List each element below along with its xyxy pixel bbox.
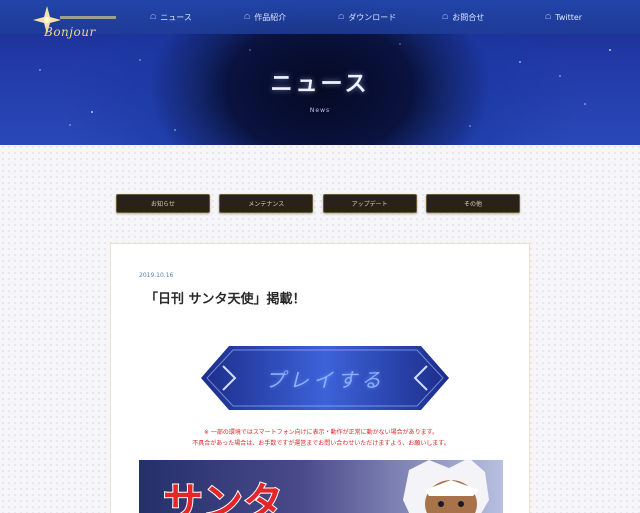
site-logo[interactable]: Bonjour: [30, 3, 120, 43]
filter-notice-button[interactable]: お知らせ: [116, 194, 210, 213]
home-icon: ☖: [338, 13, 345, 21]
article-notice: ※ 一部の環境ではスマートフォン向けに表示・動作が正常に動かない場合があります。…: [131, 427, 511, 449]
news-article: 2019.10.16 「日刊 サンタ天使」掲載！ プレイする ※ 一部の環境では…: [110, 243, 530, 513]
home-icon: ☖: [545, 13, 552, 21]
nav-download[interactable]: ☖ ダウンロード: [338, 10, 396, 24]
article-title: 「日刊 サンタ天使」掲載！: [145, 292, 306, 307]
logo-text: Bonjour: [44, 25, 96, 39]
comic-promo-image: サンタ: [139, 460, 503, 513]
comic-title-text: サンタ: [163, 480, 283, 513]
nav-news-label: ニュース: [160, 12, 192, 22]
notice-line: 不具合があった場合は、お手数ですが運営までお問い合わせいただけますよう、お願いし…: [192, 440, 450, 447]
play-banner-label: プレイする: [265, 368, 385, 392]
notice-line: ※ 一部の環境ではスマートフォン向けに表示・動作が正常に動かない場合があります。: [203, 429, 439, 436]
page-title: ニュース: [270, 72, 370, 97]
nav-news[interactable]: ☖ ニュース: [150, 10, 192, 24]
nav-twitter-label: Twitter: [555, 12, 583, 22]
logo-underline: [60, 16, 116, 19]
home-icon: ☖: [244, 13, 251, 21]
home-icon: ☖: [442, 13, 449, 21]
nav-contact[interactable]: ☖ お問合せ: [442, 10, 484, 24]
home-icon: ☖: [150, 13, 157, 21]
nav-twitter[interactable]: ☖ Twitter: [545, 10, 582, 24]
article-date: 2019.10.16: [139, 272, 174, 279]
character-illustration: [403, 460, 489, 513]
nav-works-label: 作品紹介: [254, 12, 287, 22]
nav-contact-label: お問合せ: [452, 12, 485, 22]
page-header: Bonjour ☖ ニュース ☖ 作品紹介 ☖ ダウンロード ☖ お問合せ ☖ …: [0, 0, 640, 145]
filter-maintenance-button[interactable]: メンテナンス: [219, 194, 314, 213]
category-filters: お知らせ メンテナンス アップデート その他: [116, 194, 520, 214]
nav-download-label: ダウンロード: [348, 12, 397, 22]
filter-update-button[interactable]: アップデート: [322, 194, 417, 213]
nav-works[interactable]: ☖ 作品紹介: [244, 10, 286, 24]
page-subtitle: News: [309, 107, 331, 114]
filter-other-button[interactable]: その他: [425, 194, 520, 213]
